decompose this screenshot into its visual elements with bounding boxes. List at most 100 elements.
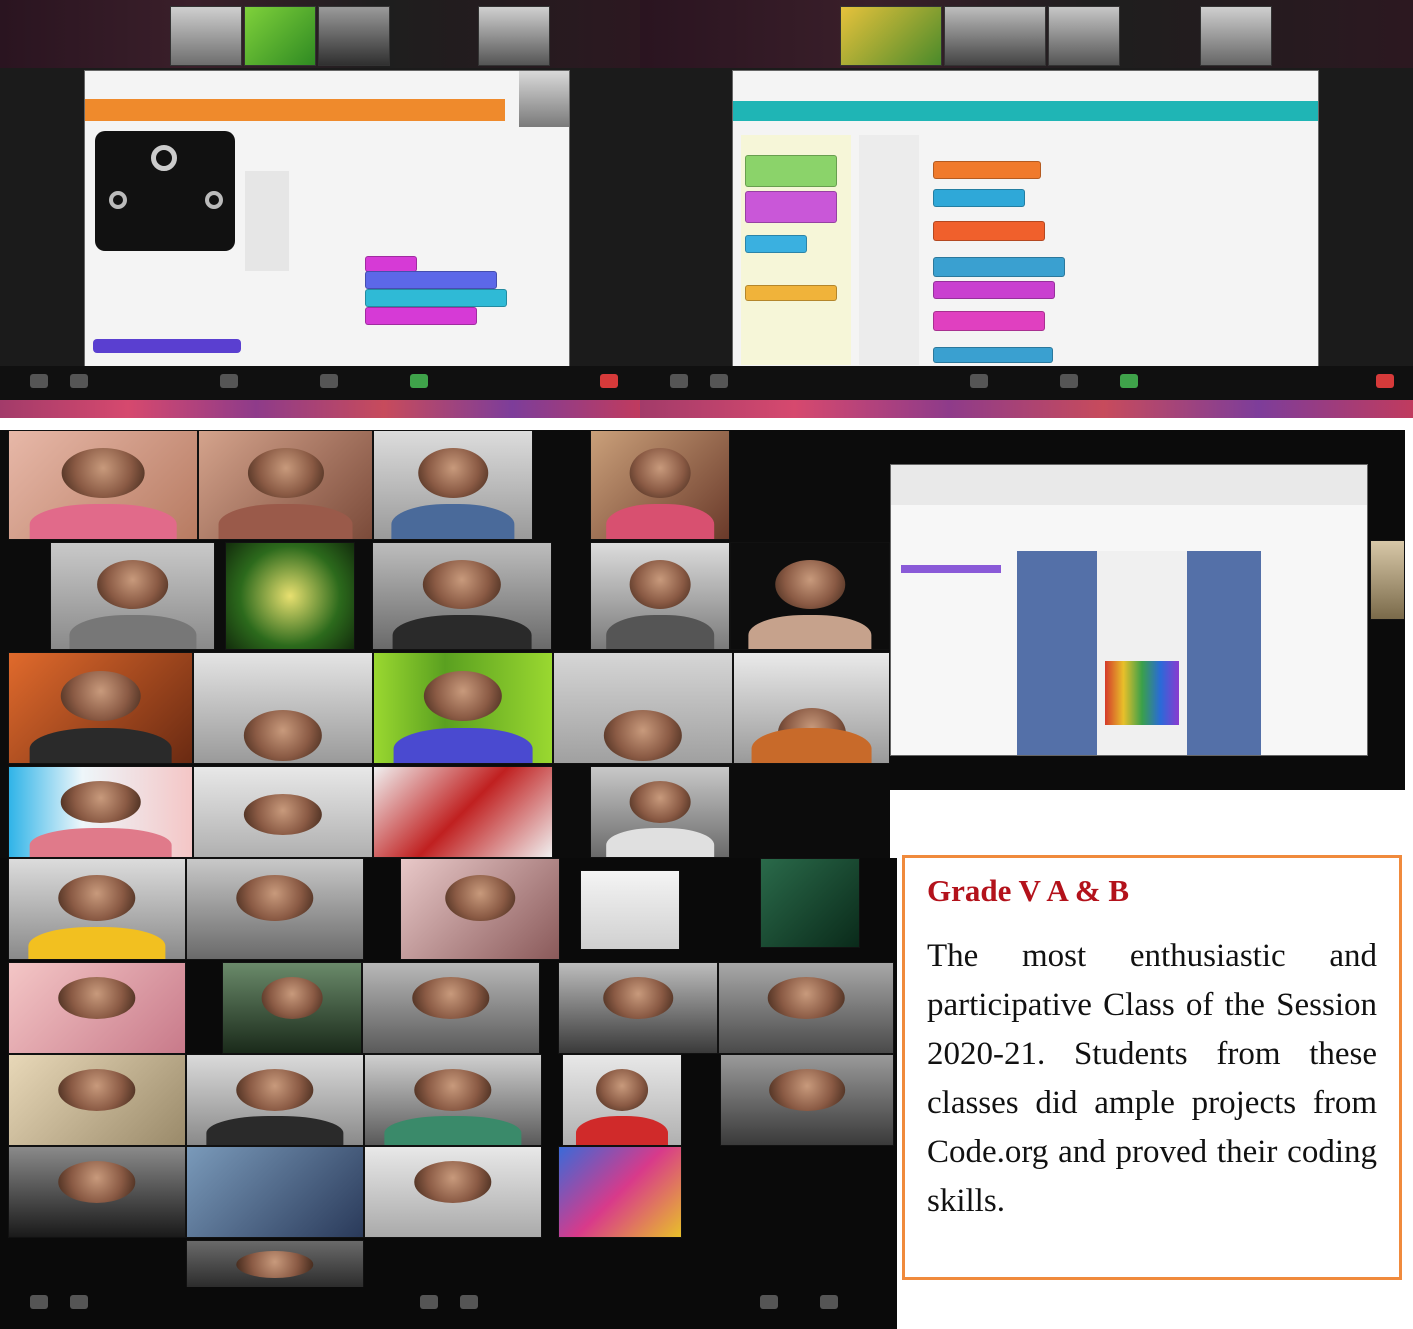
chat-icon[interactable] — [460, 1295, 478, 1309]
makecode-window — [84, 70, 570, 382]
video-tile — [553, 652, 733, 764]
video-tile — [718, 962, 894, 1054]
video-tile — [198, 430, 373, 540]
toolbox-list — [245, 171, 289, 271]
code-block — [933, 347, 1053, 363]
mic-icon[interactable] — [30, 374, 48, 388]
caption-box: Grade V A & B The most enthusiastic and … — [902, 855, 1402, 1280]
video-tile — [590, 430, 730, 540]
participants-icon[interactable] — [420, 1295, 438, 1309]
codeorg-window — [732, 70, 1319, 382]
video-tile — [8, 652, 193, 764]
video-tile — [558, 1146, 682, 1238]
video-tile — [362, 962, 540, 1054]
share-icon[interactable] — [760, 1295, 778, 1309]
video-tile — [8, 430, 198, 540]
video-tile — [1048, 6, 1120, 66]
code-block — [365, 256, 417, 272]
download-button[interactable] — [93, 339, 241, 353]
code-block — [933, 161, 1041, 179]
video-tile — [373, 652, 553, 764]
participant-strip — [640, 0, 1413, 68]
video-tile — [225, 542, 355, 650]
end-call-icon[interactable] — [600, 374, 618, 388]
video-icon[interactable] — [70, 1295, 88, 1309]
page-center — [1097, 551, 1187, 755]
video-tile — [720, 1054, 894, 1146]
chat-icon[interactable] — [320, 374, 338, 388]
code-block — [933, 281, 1055, 299]
video-tile — [318, 6, 390, 66]
video-tile — [8, 858, 186, 960]
video-tile — [373, 766, 553, 858]
video-tile — [580, 870, 680, 950]
video-tile — [730, 542, 890, 650]
mic-icon[interactable] — [30, 1295, 48, 1309]
page-left-band — [1017, 551, 1097, 755]
share-icon[interactable] — [410, 374, 428, 388]
participant-strip — [0, 0, 640, 68]
screenshot-gallery-1 — [0, 430, 890, 858]
video-tile — [590, 542, 730, 650]
video-tile — [364, 1054, 542, 1146]
video-tile — [840, 6, 942, 66]
video-tile — [193, 766, 373, 858]
video-icon[interactable] — [70, 374, 88, 388]
caption-title: Grade V A & B — [927, 873, 1130, 908]
video-tile — [193, 652, 373, 764]
code-block — [933, 221, 1045, 241]
makecode-header — [85, 99, 505, 121]
video-tile — [186, 1054, 364, 1146]
video-tile — [478, 6, 550, 66]
code-block — [933, 257, 1065, 277]
video-tile — [364, 1146, 542, 1238]
share-icon[interactable] — [1120, 374, 1138, 388]
participants-icon[interactable] — [970, 374, 988, 388]
video-tile — [1200, 6, 1272, 66]
meeting-toolbar — [640, 366, 1413, 400]
video-tile — [372, 542, 552, 650]
video-icon[interactable] — [710, 374, 728, 388]
microbit-board-icon — [95, 131, 235, 251]
video-tile — [186, 858, 364, 960]
browser-window — [890, 464, 1368, 756]
code-block — [365, 271, 497, 289]
browser-toolbar — [891, 465, 1367, 505]
video-tile — [590, 766, 730, 858]
end-call-icon[interactable] — [820, 1295, 838, 1309]
video-tile — [733, 652, 890, 764]
video-tile — [562, 1054, 682, 1146]
meeting-toolbar — [0, 1287, 897, 1319]
end-call-icon[interactable] — [1376, 374, 1394, 388]
participants-icon[interactable] — [220, 374, 238, 388]
code-block — [933, 189, 1025, 207]
video-tile — [50, 542, 215, 650]
video-tile — [8, 962, 186, 1054]
video-tile — [222, 962, 362, 1054]
screenshot-codeorg-page — [890, 430, 1405, 790]
category-list — [859, 135, 919, 365]
page-right-band — [1187, 551, 1261, 755]
video-tile — [760, 858, 860, 948]
caption-text: The most enthusiastic and participative … — [927, 938, 1377, 1219]
mic-icon[interactable] — [670, 374, 688, 388]
video-tile — [558, 962, 718, 1054]
screenshot-makecode-share — [0, 0, 640, 418]
video-tile — [8, 1054, 186, 1146]
project-thumbnail — [1105, 661, 1179, 725]
code-block — [933, 311, 1045, 331]
video-tile — [400, 858, 560, 960]
video-tile — [8, 766, 193, 858]
side-menu — [901, 565, 1001, 573]
code-block — [365, 289, 507, 307]
meeting-toolbar — [0, 366, 640, 400]
screenshot-gallery-2 — [0, 858, 897, 1329]
video-tile — [244, 6, 316, 66]
chat-icon[interactable] — [1060, 374, 1078, 388]
video-tile — [944, 6, 1046, 66]
screenshot-codeorg-share — [640, 0, 1413, 418]
video-tile — [1370, 540, 1405, 620]
video-tile — [186, 1146, 364, 1238]
taskbar-strip — [0, 400, 640, 418]
code-block — [365, 307, 477, 325]
